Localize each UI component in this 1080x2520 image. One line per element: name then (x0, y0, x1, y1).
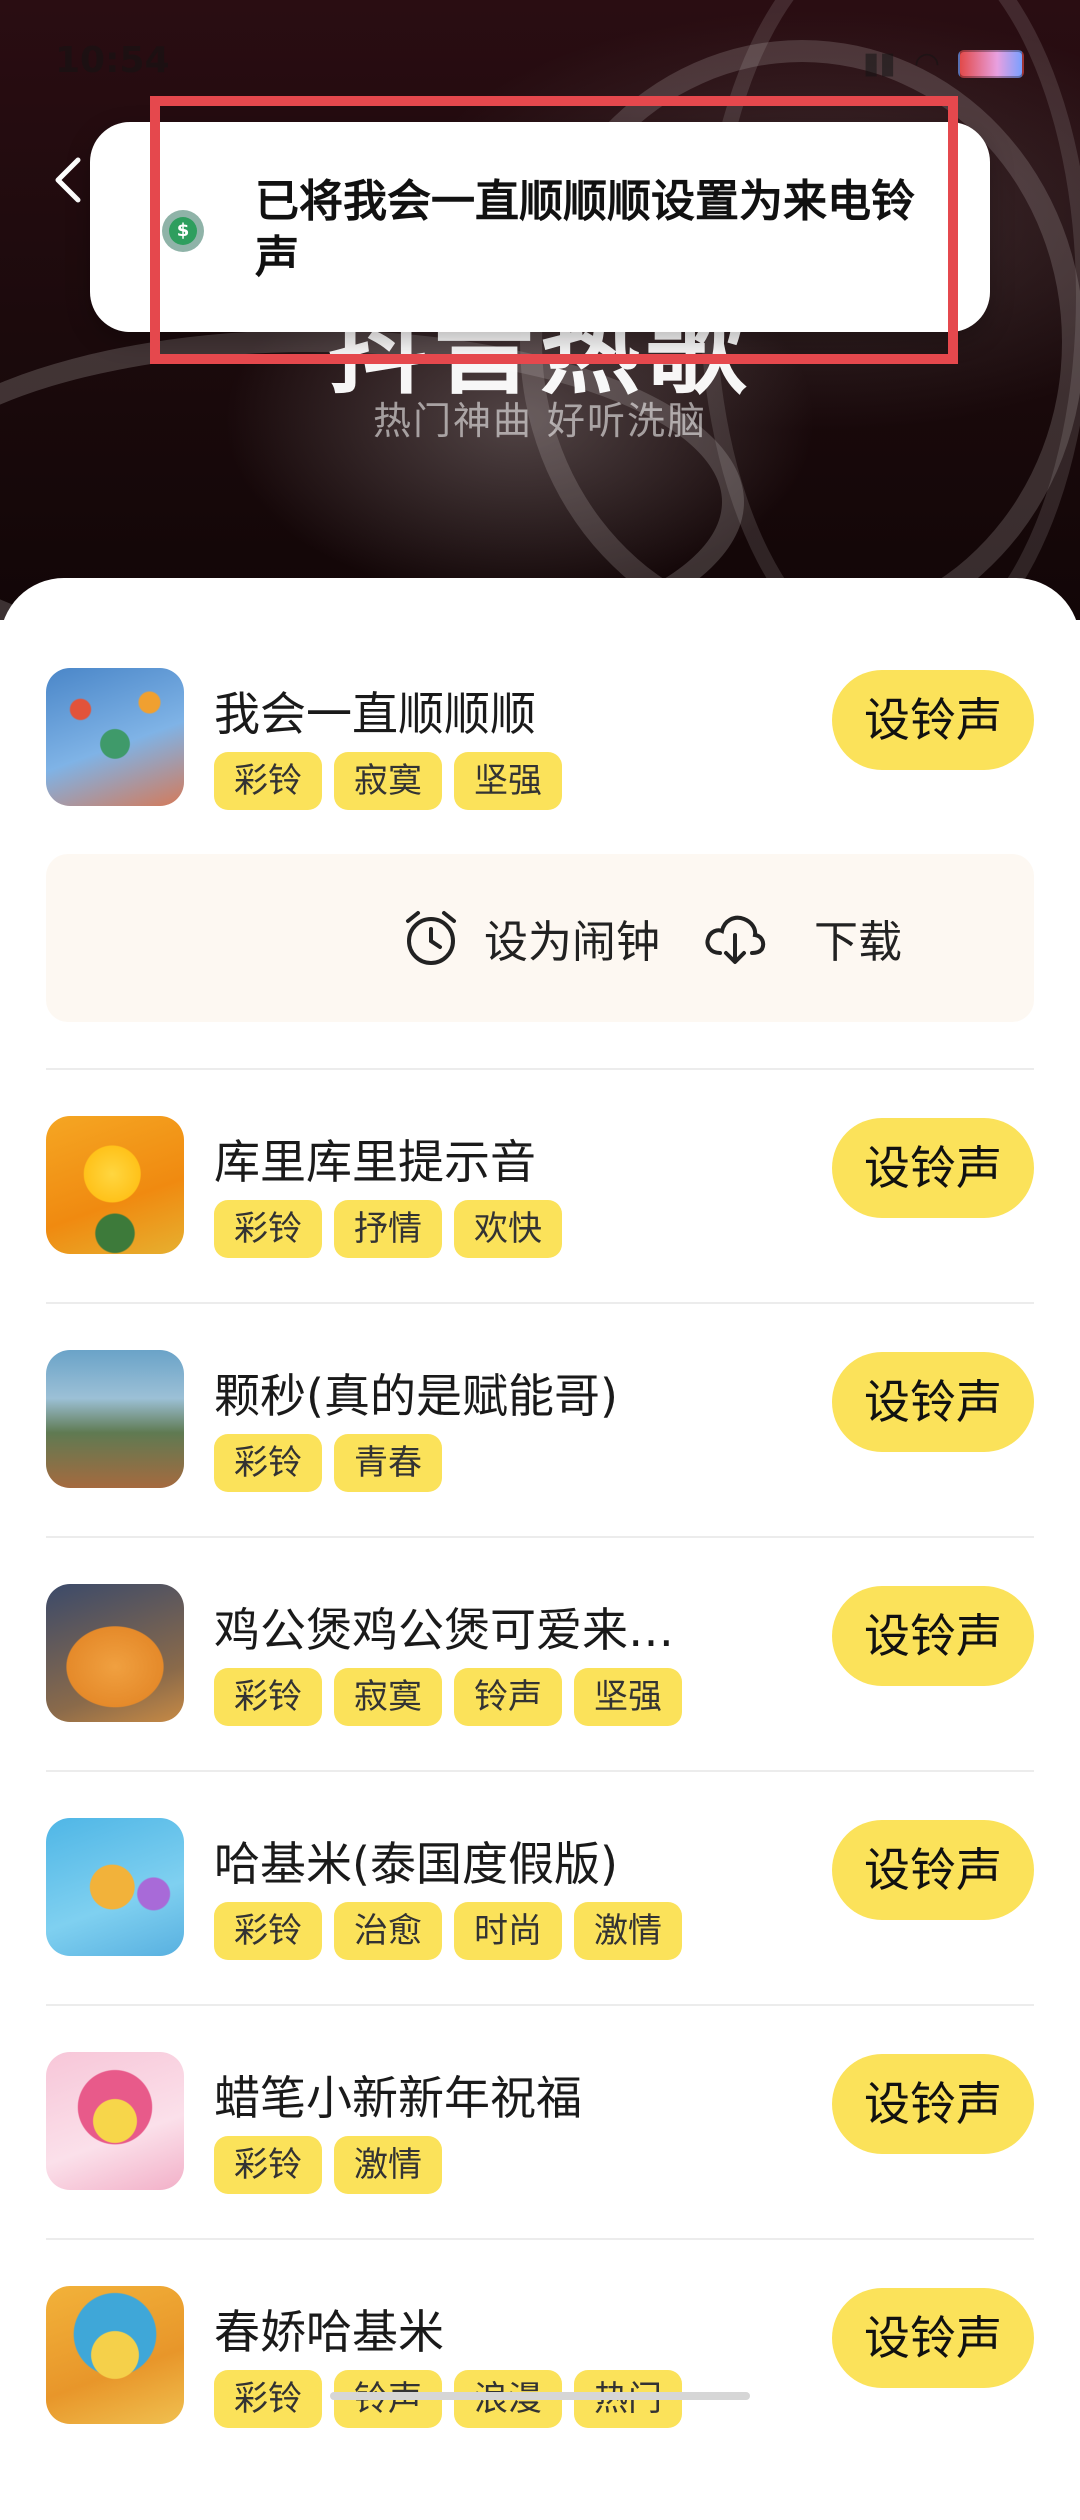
tag: 坚强 (574, 1668, 682, 1726)
tag-list: 彩铃 激情 (214, 2136, 442, 2194)
divider (46, 1068, 1034, 1070)
tag: 激情 (574, 1902, 682, 1960)
highlight-box (150, 96, 958, 364)
back-arrow-icon (55, 157, 81, 203)
set-ringtone-button[interactable]: 设铃声 (832, 1352, 1034, 1452)
home-indicator[interactable] (330, 2392, 750, 2400)
song-title: 春娇哈基米 (214, 2305, 444, 2359)
song-cover (46, 1584, 184, 1722)
back-button[interactable] (48, 150, 88, 210)
tag-list: 彩铃 青春 (214, 1434, 442, 1492)
divider (46, 2004, 1034, 2006)
tag-list: 彩铃 寂寞 坚强 (214, 752, 562, 810)
set-ringtone-button[interactable]: 设铃声 (832, 2288, 1034, 2388)
tag: 彩铃 (214, 1434, 322, 1492)
song-title: 颗秒(真的是赋能哥) (214, 1369, 618, 1423)
song-title: 鸡公煲鸡公煲可爱来… (214, 1603, 674, 1657)
tag: 铃声 (454, 1668, 562, 1726)
tag: 寂寞 (334, 752, 442, 810)
tag: 坚强 (454, 752, 562, 810)
song-cover (46, 2286, 184, 2424)
song-cover (46, 1350, 184, 1488)
song-title: 库里库里提示音 (214, 1135, 536, 1189)
page-subtitle: 热门神曲 好听洗脑 (372, 399, 708, 443)
tag: 彩铃 (214, 2136, 322, 2194)
set-ringtone-button[interactable]: 设铃声 (832, 1820, 1034, 1920)
tag: 彩铃 (214, 1668, 322, 1726)
download-button[interactable]: 下载 (702, 854, 902, 1022)
song-title: 哈基米(泰国度假版) (214, 1837, 618, 1891)
divider (46, 1536, 1034, 1538)
divider (46, 1302, 1034, 1304)
wifi-icon: ◠ (913, 46, 940, 81)
tag: 欢快 (454, 1200, 562, 1258)
tag: 彩铃 (214, 1200, 322, 1258)
song-cover (46, 1116, 184, 1254)
tag-list: 彩铃 治愈 时尚 激情 (214, 1902, 682, 1960)
set-ringtone-button[interactable]: 设铃声 (832, 670, 1034, 770)
status-icons: ▮▮ ◠ (863, 46, 1024, 81)
song-list-sheet: 我会一直顺顺顺 彩铃 寂寞 坚强 设铃声 设为闹钟 下载 库里库里提示音 彩铃 … (0, 578, 1080, 2428)
tag: 彩铃 (214, 2370, 322, 2428)
download-label: 下载 (814, 917, 902, 968)
tag: 寂寞 (334, 1668, 442, 1726)
set-ringtone-button[interactable]: 设铃声 (832, 2054, 1034, 2154)
song-cover (46, 668, 184, 806)
list-item[interactable]: 春娇哈基米 彩铃 铃声 浪漫 热门 设铃声 (0, 2286, 1080, 2520)
list-item[interactable]: 鸡公煲鸡公煲可爱来… 彩铃 寂寞 铃声 坚强 设铃声 (0, 1584, 1080, 1818)
divider (46, 1770, 1034, 1772)
action-panel: 设为闹钟 下载 (46, 854, 1034, 1022)
list-item[interactable]: 哈基米(泰国度假版) 彩铃 治愈 时尚 激情 设铃声 (0, 1818, 1080, 2052)
status-time: 10:54 (55, 40, 170, 81)
divider (46, 2238, 1034, 2240)
set-ringtone-button[interactable]: 设铃声 (832, 1586, 1034, 1686)
tag-list: 彩铃 抒情 欢快 (214, 1200, 562, 1258)
download-cloud-icon (705, 915, 766, 964)
signal-icon: ▮▮ (862, 46, 896, 81)
tag: 抒情 (334, 1200, 442, 1258)
song-title: 我会一直顺顺顺 (214, 687, 536, 741)
list-item[interactable]: 库里库里提示音 彩铃 抒情 欢快 设铃声 (0, 1116, 1080, 1350)
battery-icon (958, 49, 1024, 78)
set-alarm-button[interactable]: 设为闹钟 (400, 854, 660, 1022)
tag: 青春 (334, 1434, 442, 1492)
tag: 时尚 (454, 1902, 562, 1960)
list-item[interactable]: 蜡笔小新新年祝福 彩铃 激情 设铃声 (0, 2052, 1080, 2286)
song-cover (46, 2052, 184, 2190)
tag: 彩铃 (214, 1902, 322, 1960)
tag: 彩铃 (214, 752, 322, 810)
list-item[interactable]: 颗秒(真的是赋能哥) 彩铃 青春 设铃声 (0, 1350, 1080, 1584)
tag-list: 彩铃 寂寞 铃声 坚强 (214, 1668, 682, 1726)
song-cover (46, 1818, 184, 1956)
alarm-clock-icon (406, 911, 456, 965)
tag: 激情 (334, 2136, 442, 2194)
set-alarm-label: 设为闹钟 (484, 917, 660, 968)
set-ringtone-button[interactable]: 设铃声 (832, 1118, 1034, 1218)
tag: 治愈 (334, 1902, 442, 1960)
song-title: 蜡笔小新新年祝福 (214, 2071, 582, 2125)
